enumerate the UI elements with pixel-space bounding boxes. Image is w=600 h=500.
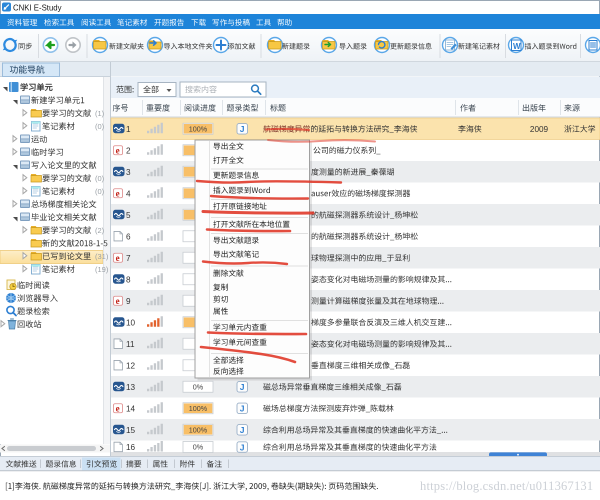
svg-text:(0): (0)	[95, 174, 105, 183]
svg-text:(19): (19)	[95, 265, 109, 274]
svg-text:e: e	[116, 253, 120, 263]
svg-text:e: e	[116, 145, 120, 155]
svg-text:6: 6	[126, 232, 131, 241]
svg-text:12: 12	[126, 361, 136, 370]
svg-text:e: e	[116, 188, 120, 198]
svg-text:3: 3	[126, 168, 131, 177]
svg-text:4: 4	[126, 189, 131, 198]
svg-text:100%: 100%	[189, 124, 208, 133]
svg-text:W: W	[513, 42, 521, 51]
svg-text:(31): (31)	[95, 252, 109, 261]
svg-text:e: e	[116, 296, 120, 306]
svg-text:J: J	[240, 124, 245, 134]
svg-text:2009: 2009	[530, 125, 549, 134]
svg-text:8: 8	[126, 275, 131, 284]
svg-text:2: 2	[126, 146, 131, 155]
svg-text:100%: 100%	[189, 425, 208, 434]
svg-text:J: J	[240, 382, 245, 392]
svg-text:16: 16	[126, 443, 136, 452]
svg-text:0%: 0%	[193, 443, 204, 452]
svg-text:J: J	[240, 442, 245, 452]
svg-text:10: 10	[126, 318, 136, 327]
svg-text:(1): (1)	[95, 109, 105, 118]
svg-text:https://blog.csdn.net/u0113671: https://blog.csdn.net/u011367131	[420, 479, 593, 493]
svg-text:J: J	[240, 425, 245, 435]
svg-text:J: J	[240, 404, 245, 414]
svg-text:7: 7	[126, 254, 131, 263]
svg-text:e: e	[116, 403, 120, 413]
svg-text:11: 11	[126, 340, 135, 349]
svg-text:1: 1	[126, 125, 131, 134]
svg-text:0%: 0%	[193, 382, 204, 391]
svg-text:(0): (0)	[95, 122, 105, 131]
svg-text:(2): (2)	[95, 226, 105, 235]
svg-text:100%: 100%	[189, 404, 208, 413]
svg-text:13: 13	[126, 383, 136, 392]
svg-text:(0): (0)	[95, 187, 105, 196]
svg-text:9: 9	[126, 297, 131, 306]
svg-text:CNKI E-Study: CNKI E-Study	[13, 4, 62, 13]
svg-text:14: 14	[126, 404, 136, 413]
svg-text:15: 15	[126, 426, 136, 435]
svg-text:5: 5	[126, 211, 131, 220]
